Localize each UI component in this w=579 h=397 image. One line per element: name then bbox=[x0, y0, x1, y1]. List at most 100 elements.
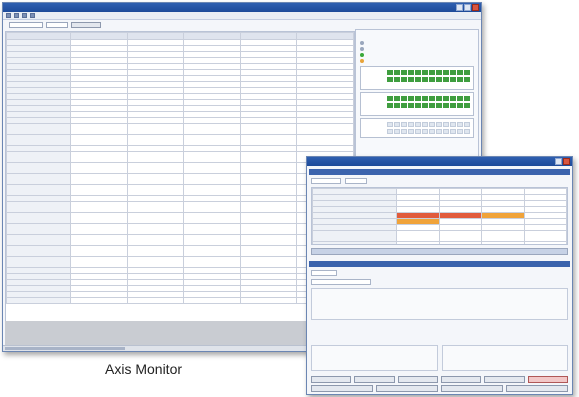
external-command-group bbox=[441, 345, 568, 371]
row-label bbox=[312, 241, 397, 244]
status-bit bbox=[394, 96, 400, 101]
row-label bbox=[6, 201, 71, 213]
status-bit bbox=[457, 103, 463, 108]
table-cell bbox=[126, 297, 185, 304]
monitor-table-body bbox=[6, 39, 354, 304]
row-label bbox=[6, 134, 71, 146]
status-bit bbox=[436, 77, 442, 82]
axis-status-table bbox=[311, 187, 568, 245]
status-bit bbox=[457, 70, 463, 75]
status-bit bbox=[436, 70, 442, 75]
axis-select[interactable] bbox=[46, 22, 68, 28]
minimize-icon[interactable] bbox=[555, 158, 562, 165]
table-row bbox=[6, 184, 354, 196]
table-cell bbox=[126, 234, 185, 246]
status-bit bbox=[443, 122, 449, 127]
row-label bbox=[6, 256, 71, 268]
status-bit bbox=[387, 77, 393, 82]
table-cell bbox=[70, 256, 128, 268]
function-button[interactable] bbox=[506, 385, 568, 392]
status-bit bbox=[415, 129, 421, 134]
column-header bbox=[6, 32, 71, 40]
table-cell bbox=[70, 212, 128, 224]
axis-monitor-titlebar bbox=[3, 3, 481, 12]
start-button[interactable] bbox=[311, 376, 352, 383]
column-header bbox=[70, 32, 128, 40]
row-label bbox=[6, 223, 71, 235]
status-bit bbox=[464, 70, 470, 75]
status-bit bbox=[408, 129, 414, 134]
axis-field[interactable] bbox=[311, 178, 341, 184]
status-bit bbox=[422, 96, 428, 101]
table-cell bbox=[523, 230, 567, 242]
function-button[interactable] bbox=[311, 385, 373, 392]
status-bit bbox=[408, 122, 414, 127]
status-bit bbox=[394, 70, 400, 75]
axis-select[interactable] bbox=[311, 270, 337, 276]
table-cell bbox=[183, 184, 241, 196]
status-bit bbox=[464, 77, 470, 82]
status-bit bbox=[436, 129, 442, 134]
status-bit bbox=[401, 122, 407, 127]
monitor-type-select[interactable] bbox=[9, 22, 43, 28]
stop-button[interactable] bbox=[354, 376, 395, 383]
table-cell bbox=[239, 184, 298, 196]
status-bit bbox=[450, 70, 456, 75]
print-icon[interactable] bbox=[22, 13, 27, 18]
open-icon[interactable] bbox=[14, 13, 19, 18]
positioning-complete-button[interactable] bbox=[527, 376, 568, 383]
table-cell bbox=[70, 223, 128, 235]
button-row-1 bbox=[311, 376, 568, 383]
table-cell bbox=[239, 123, 298, 135]
maximize-icon[interactable] bbox=[464, 4, 471, 11]
address-field[interactable] bbox=[345, 178, 367, 184]
table-row bbox=[6, 173, 354, 185]
error-reset-button[interactable] bbox=[397, 376, 438, 383]
table-cell bbox=[183, 212, 241, 224]
tool-icon[interactable] bbox=[30, 13, 35, 18]
table-cell bbox=[523, 241, 567, 244]
table-cell bbox=[481, 230, 525, 242]
operation-select[interactable] bbox=[311, 279, 371, 285]
table-cell bbox=[126, 134, 185, 146]
table-row bbox=[6, 212, 354, 224]
row-label bbox=[6, 184, 71, 196]
table-cell bbox=[70, 123, 128, 135]
function-button[interactable] bbox=[376, 385, 438, 392]
axis-monitor-caption: Axis Monitor bbox=[105, 361, 183, 377]
scrollbar-thumb[interactable] bbox=[5, 347, 125, 350]
table-cell bbox=[239, 201, 298, 213]
error-button[interactable] bbox=[440, 376, 482, 383]
function-button[interactable] bbox=[441, 385, 503, 392]
detail-settings-button[interactable] bbox=[71, 22, 101, 28]
status-bit bbox=[443, 70, 449, 75]
bottom-groups bbox=[311, 345, 568, 371]
status-bit bbox=[415, 70, 421, 75]
module-info-item bbox=[356, 58, 478, 64]
status-dot-icon bbox=[360, 47, 364, 51]
column-header bbox=[126, 32, 185, 40]
table-cell bbox=[183, 173, 241, 185]
status-bit bbox=[464, 96, 470, 101]
axis-status-body bbox=[312, 188, 567, 244]
monitor-table-panel bbox=[5, 31, 355, 323]
status-bit bbox=[387, 96, 393, 101]
minimize-icon[interactable] bbox=[456, 4, 463, 11]
close-icon[interactable] bbox=[472, 4, 479, 11]
status-bit bbox=[450, 77, 456, 82]
bit-status-box bbox=[360, 92, 474, 116]
status-bit bbox=[429, 70, 435, 75]
status-bit bbox=[429, 129, 435, 134]
empty-area bbox=[5, 321, 355, 345]
status-bit bbox=[443, 129, 449, 134]
status-bit bbox=[450, 122, 456, 127]
status-bit bbox=[457, 129, 463, 134]
table-row bbox=[6, 162, 354, 174]
table-cell bbox=[396, 230, 440, 242]
monitor-button[interactable] bbox=[484, 376, 525, 383]
table-cell bbox=[70, 201, 128, 213]
table-cell bbox=[126, 184, 185, 196]
save-icon[interactable] bbox=[6, 13, 11, 18]
status-dot-icon bbox=[360, 41, 364, 45]
close-icon[interactable] bbox=[563, 158, 570, 165]
